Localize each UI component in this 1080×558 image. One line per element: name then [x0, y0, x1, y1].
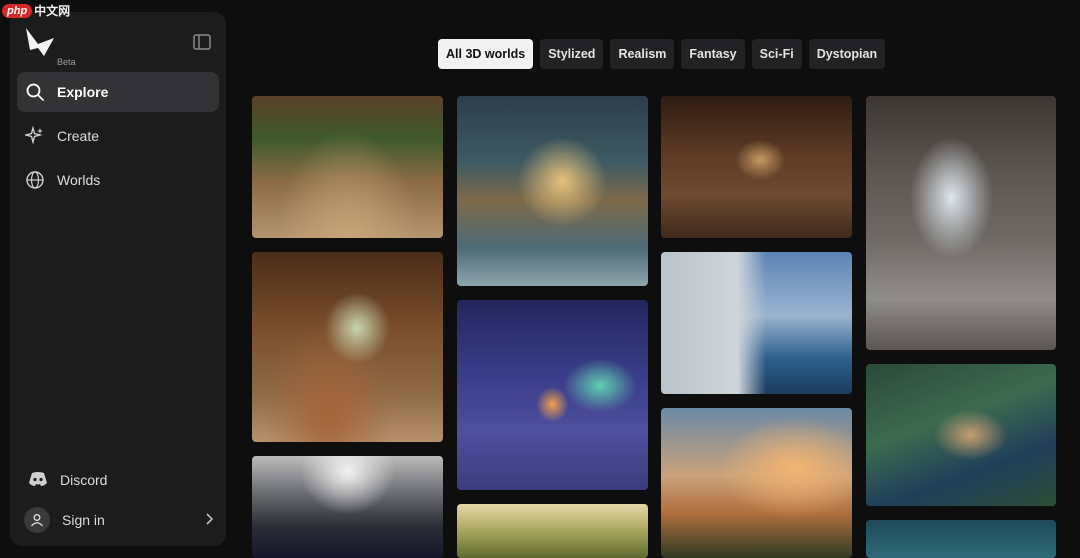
discord-icon — [28, 471, 48, 490]
watermark-logo: php — [2, 3, 33, 18]
sidebar-item-label: Create — [57, 128, 100, 144]
brand-mark-icon — [26, 28, 54, 56]
sidebar-panel-icon — [193, 34, 211, 50]
world-card-island-citadel[interactable] — [866, 364, 1056, 506]
filter-chip-stylized[interactable]: Stylized — [540, 39, 604, 69]
filter-chip-realism[interactable]: Realism — [610, 39, 675, 69]
sparkle-icon — [25, 126, 45, 146]
world-card-seaside-village[interactable] — [661, 252, 852, 394]
world-card-forest-clearing[interactable] — [457, 504, 648, 558]
category-filter-bar: All 3D worlds Stylized Realism Fantasy S… — [438, 39, 886, 69]
filter-chip-dystopian[interactable]: Dystopian — [808, 39, 886, 69]
world-card-cathedral-hall[interactable] — [457, 96, 648, 286]
sidebar-item-label: Explore — [57, 84, 109, 100]
world-card-aurora-living-room[interactable] — [457, 300, 648, 490]
sign-in-label: Sign in — [62, 512, 105, 528]
world-card-stone-tunnel[interactable] — [661, 96, 852, 238]
brand-logo[interactable]: Beta — [24, 26, 94, 67]
world-card-greenhouse-courtyard[interactable] — [252, 96, 443, 238]
sidebar-item-explore[interactable]: Explore — [17, 72, 219, 112]
sign-in-button[interactable]: Sign in — [24, 503, 220, 537]
world-card-underwater-cave[interactable] — [866, 520, 1056, 558]
search-icon — [25, 82, 45, 102]
world-card-mountain-cabin-lounge[interactable] — [866, 96, 1056, 350]
globe-icon — [25, 170, 45, 190]
watermark: php 中文网 — [2, 2, 70, 19]
sidebar-toggle-button[interactable] — [192, 32, 212, 52]
filter-chip-fantasy[interactable]: Fantasy — [681, 39, 745, 69]
beta-badge: Beta — [57, 57, 76, 67]
watermark-text: 中文网 — [34, 4, 71, 18]
filter-chip-all-3d-worlds[interactable]: All 3D worlds — [438, 39, 534, 69]
avatar — [24, 507, 50, 533]
user-icon — [31, 514, 43, 527]
chevron-right-icon — [204, 512, 214, 529]
sidebar-item-worlds[interactable]: Worlds — [17, 160, 219, 200]
discord-label: Discord — [60, 472, 108, 488]
world-card-spaceship-corridor[interactable] — [252, 456, 443, 558]
sidebar-item-create[interactable]: Create — [17, 116, 219, 156]
filter-chip-sci-fi[interactable]: Sci-Fi — [751, 39, 802, 69]
world-card-sunset-villa[interactable] — [661, 408, 852, 558]
world-card-timber-bath-cabin[interactable] — [252, 252, 443, 442]
page: php 中文网 Beta Explore Create Worlds Disco… — [0, 0, 1080, 558]
sidebar: Beta Explore Create Worlds Discord Sign … — [10, 12, 226, 546]
sidebar-item-label: Worlds — [57, 172, 101, 188]
discord-link[interactable]: Discord — [24, 463, 220, 497]
